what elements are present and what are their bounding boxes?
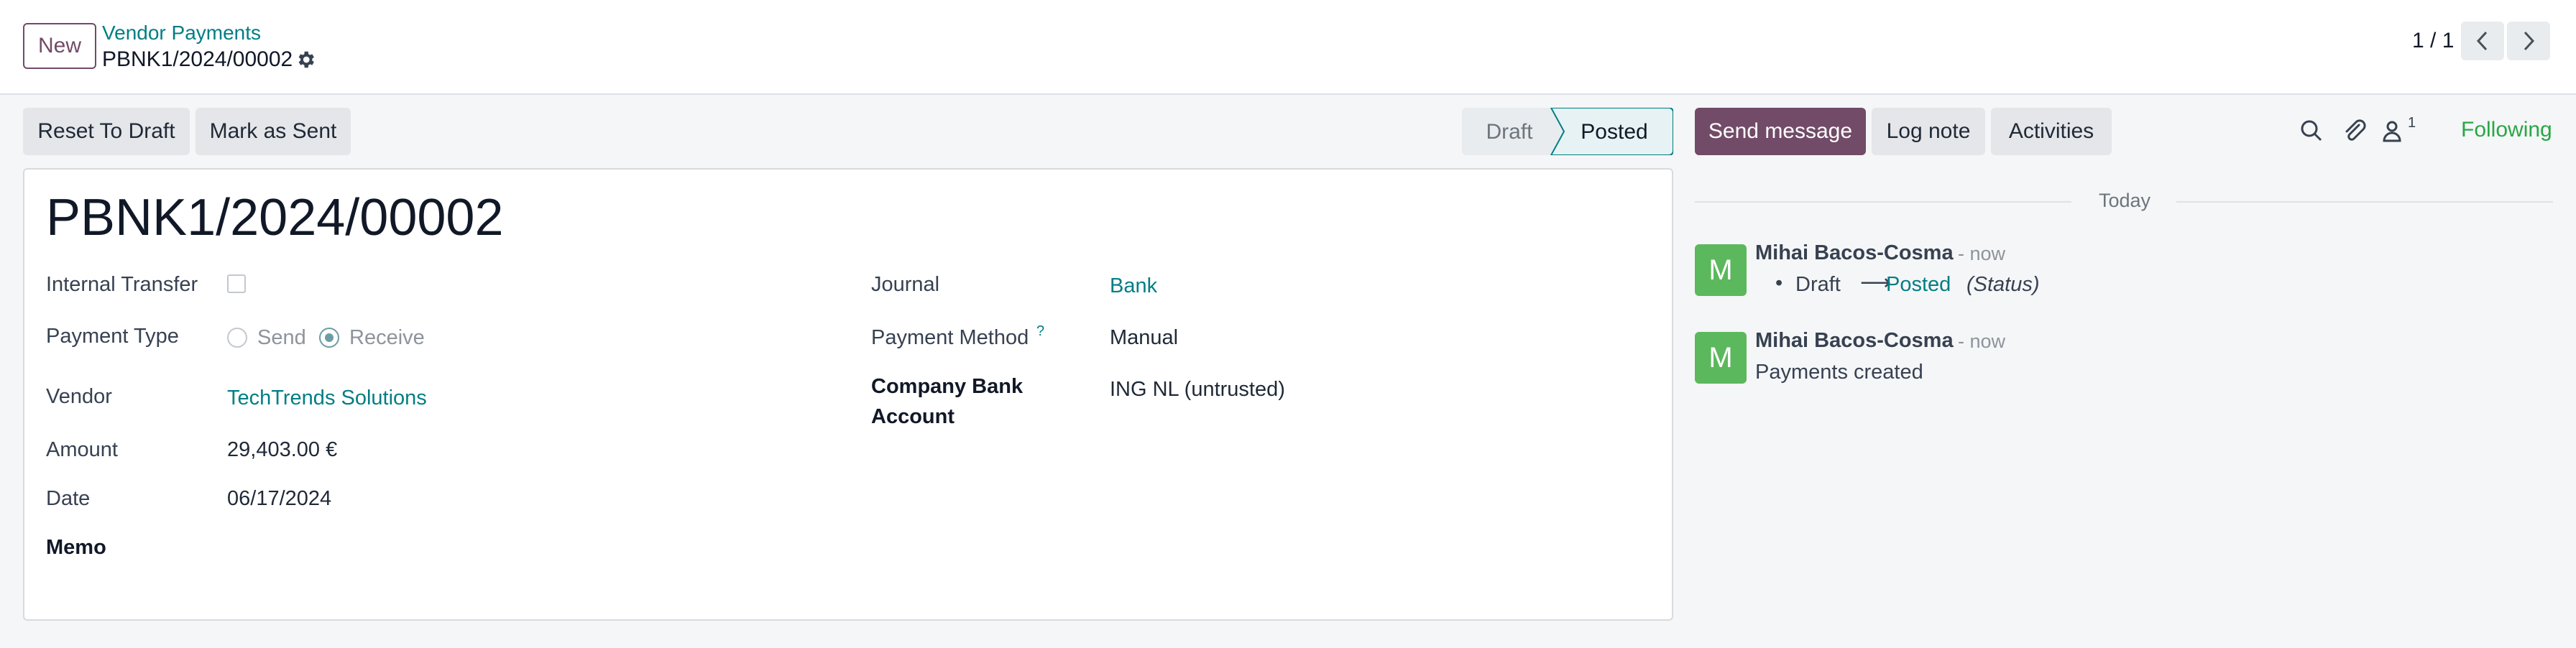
search-icon[interactable] [2297,116,2326,145]
company-bank-value: ING NL (untrusted) [1110,378,1285,401]
new-button[interactable]: New [23,23,96,69]
message-body: Payments created [1755,361,1923,384]
tracking-field-name: (Status) [1966,273,2040,296]
payment-type-receive-option[interactable]: Receive [319,325,425,351]
message-author[interactable]: Mihai Bacos-Cosma [1755,241,1954,265]
payment-method-label: Payment Method [871,326,1029,349]
date-separator-label: Today [2099,190,2151,211]
payment-type-send-option[interactable]: Send [227,325,306,351]
payment-type-label: Payment Type [46,325,179,348]
status-stage-posted[interactable]: Posted [1581,120,1647,144]
payment-method-help-icon[interactable]: ? [1036,323,1044,340]
reset-to-draft-button[interactable]: Reset To Draft [23,108,190,155]
followers-icon[interactable] [2380,116,2409,145]
mark-as-sent-button[interactable]: Mark as Sent [196,108,351,155]
journal-value[interactable]: Bank [1110,274,1157,298]
tracking-new-value: Posted [1886,273,1951,296]
date-separator-line-right [2176,201,2553,203]
payment-method-value: Manual [1110,326,1179,349]
pager-next-button[interactable] [2507,22,2550,60]
vendor-label: Vendor [46,385,112,408]
message-time: - now [1958,243,2006,264]
send-message-button[interactable]: Send message [1695,108,1866,155]
memo-label: Memo [46,536,106,559]
date-label: Date [46,487,91,510]
company-bank-label-line2: Account [871,405,954,428]
internal-transfer-checkbox[interactable] [227,274,246,293]
pager-value[interactable]: 1 / 1 [2412,29,2454,53]
vendor-value[interactable]: TechTrends Solutions [227,387,427,410]
radio-receive[interactable] [319,328,339,348]
log-note-button[interactable]: Log note [1872,108,1985,155]
activities-button[interactable]: Activities [1991,108,2112,155]
following-button[interactable]: Following [2461,118,2552,142]
journal-label: Journal [871,273,940,296]
chevron-right-icon [2524,31,2535,51]
tracking-bullet: • [1775,272,1783,295]
date-value: 06/17/2024 [227,487,332,510]
status-stage-draft[interactable]: Draft [1486,120,1533,144]
internal-transfer-label: Internal Transfer [46,273,198,296]
avatar[interactable]: M [1695,244,1747,296]
avatar[interactable]: M [1695,332,1747,384]
tracking-old-value: Draft [1795,273,1841,296]
control-panel: New Vendor Payments PBNK1/2024/00002 1 /… [0,0,2576,95]
payment-type-send-label: Send [257,325,306,349]
paperclip-icon[interactable] [2340,116,2369,145]
followers-count: 1 [2408,115,2416,131]
breadcrumb-current: PBNK1/2024/00002 [102,47,293,71]
amount-value: 29,403.00 € [227,438,338,461]
status-bar: Draft Posted [1462,108,1673,155]
amount-label: Amount [46,438,118,461]
pager-previous-button[interactable] [2461,22,2504,60]
company-bank-label-line1: Company Bank [871,375,1024,398]
payment-type-receive-label: Receive [349,325,425,349]
radio-send[interactable] [227,328,247,348]
date-separator-line-left [1695,201,2071,203]
chevron-left-icon [2476,31,2488,51]
gear-icon[interactable] [295,49,316,70]
record-title: PBNK1/2024/00002 [46,189,504,246]
message-time: - now [1958,330,2006,352]
breadcrumb-parent-link[interactable]: Vendor Payments [102,22,261,45]
message-author[interactable]: Mihai Bacos-Cosma [1755,329,1954,353]
